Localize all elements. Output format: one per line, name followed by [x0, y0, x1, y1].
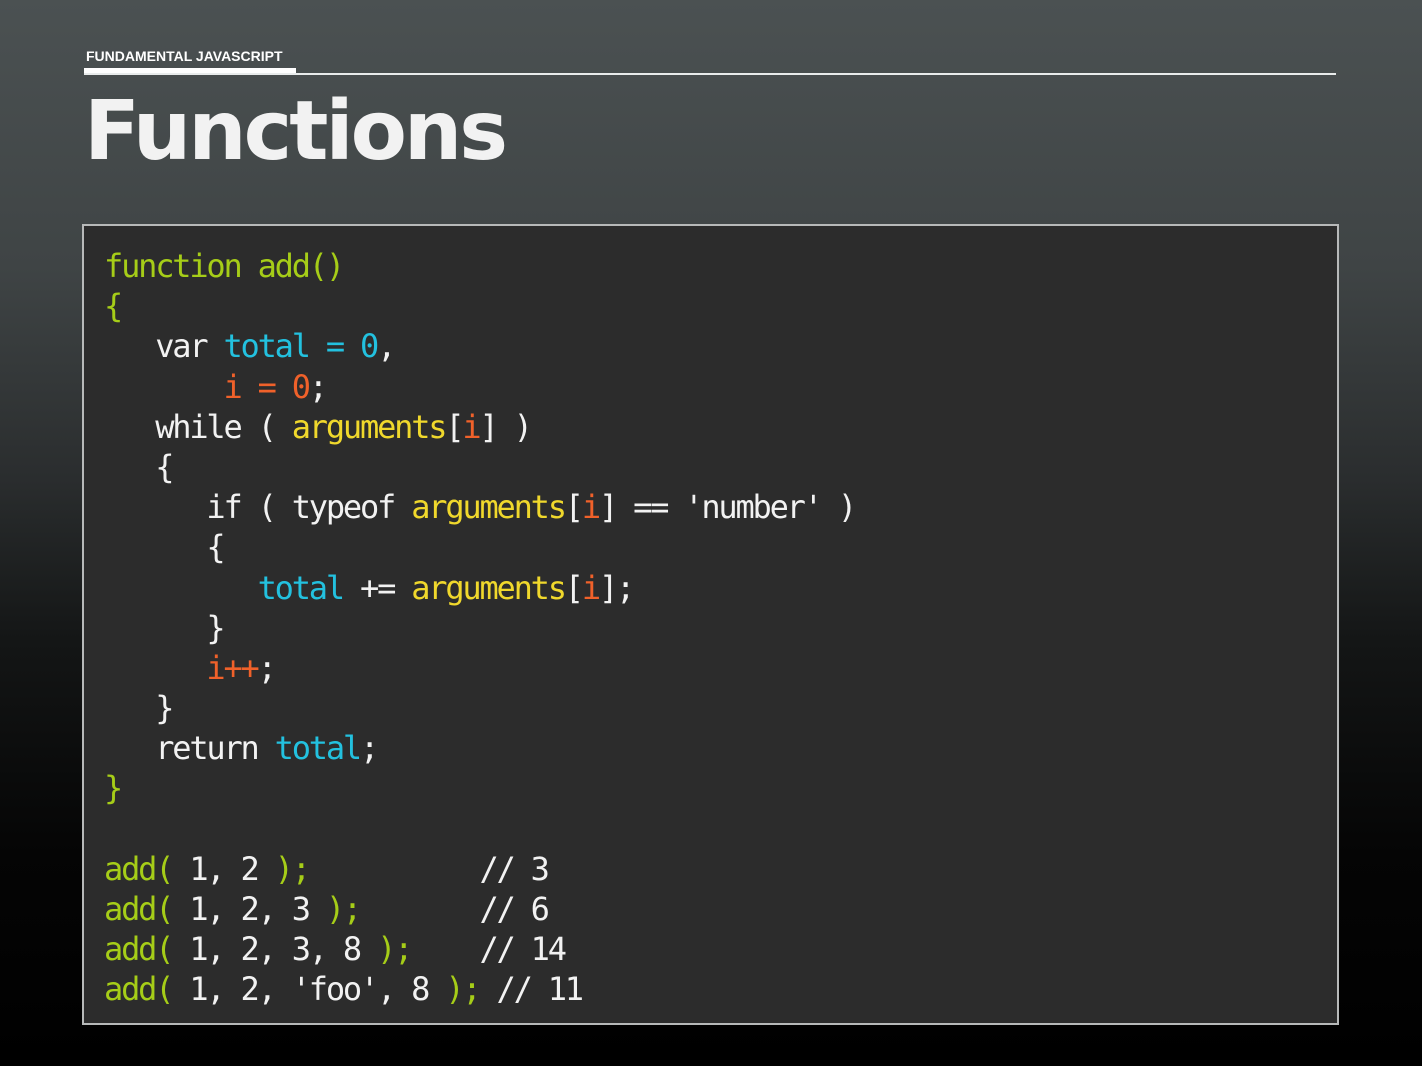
code-token: ); [274, 849, 311, 888]
code-token: if ( typeof [104, 488, 412, 527]
code-token: add( [104, 930, 174, 969]
code-token: 1, 2, 3, 8 [172, 930, 378, 969]
code-token: 1, 2, 'foo', 8 [172, 970, 446, 1009]
code-line: while ( arguments[i] ) [104, 407, 855, 447]
code-token: ); [325, 890, 362, 928]
code-token: ; [360, 729, 379, 768]
code-token: += [342, 568, 412, 607]
code-token: arguments [411, 488, 567, 527]
code-token: total [257, 568, 346, 607]
code-token: function add() [104, 247, 345, 285]
code-line: { [104, 527, 855, 567]
code-token: i++ [104, 648, 259, 687]
code-token: // 3 [308, 849, 549, 888]
code-token: i = 0 [104, 367, 311, 406]
section-label: FUNDAMENTAL JAVASCRIPT [86, 48, 283, 64]
code-line: { [104, 447, 855, 487]
code-token: } [104, 608, 225, 647]
code-token: [ [445, 407, 464, 446]
code-line: add( 1, 2 ); // 3 [104, 849, 855, 889]
code-line: add( 1, 2, 'foo', 8 ); // 11 [104, 969, 855, 1009]
code-token: add( [104, 890, 174, 928]
code-token: add( [104, 849, 174, 888]
code-line: add( 1, 2, 3 ); // 6 [104, 889, 855, 929]
page-title: Functions [84, 84, 508, 179]
code-line: } [104, 768, 855, 808]
code-panel: function add(){ var total = 0, i = 0; wh… [82, 224, 1339, 1025]
code-token: i [462, 407, 481, 446]
code-line: { [104, 286, 855, 326]
code-token: } [104, 689, 174, 728]
code-line: add( 1, 2, 3, 8 ); // 14 [104, 929, 855, 969]
code-token: ; [308, 367, 328, 406]
code-line: i++; [104, 648, 855, 688]
code-token: i [581, 568, 601, 607]
code-token: } [104, 769, 123, 808]
code-token: , [377, 327, 396, 366]
code-line: var total = 0, [104, 326, 855, 366]
code-line: } [104, 608, 855, 648]
code-token: ; [257, 648, 277, 687]
code-token: arguments [291, 407, 448, 446]
code-token: 1, 2, 3 [172, 890, 326, 928]
code-token: // 6 [360, 890, 549, 928]
code-token: ); [377, 930, 413, 969]
code-token: while ( [104, 407, 292, 446]
code-token: arguments [411, 568, 567, 607]
code-token: var [104, 327, 224, 366]
code-token: { [104, 447, 174, 486]
code-line: } [104, 688, 855, 728]
code-line: total += arguments[i]; [104, 568, 855, 608]
code-token: total = 0 [223, 327, 379, 366]
code-token: add( [104, 970, 174, 1009]
header-rule [84, 73, 1336, 75]
code-line: function add() [104, 246, 855, 286]
code-token: // 11 [479, 970, 585, 1009]
code-token: { [104, 528, 225, 567]
code-token: total [274, 729, 363, 768]
code-token: ] ) [479, 407, 532, 446]
code-token: { [104, 287, 123, 326]
code-token: ]; [598, 568, 635, 607]
code-block: function add(){ var total = 0, i = 0; wh… [104, 246, 857, 1010]
code-token: return [104, 729, 275, 768]
code-token: // 14 [411, 930, 567, 969]
code-token: ); [445, 970, 481, 1009]
code-token: [ [564, 488, 584, 527]
code-token: [ [564, 568, 584, 607]
code-token: ] == 'number' ) [598, 488, 857, 527]
code-token: 1, 2 [172, 849, 275, 888]
code-token: i [581, 488, 601, 527]
code-line: if ( typeof arguments[i] == 'number' ) [104, 487, 857, 527]
code-line: i = 0; [104, 367, 855, 407]
code-line: return total; [104, 728, 855, 768]
